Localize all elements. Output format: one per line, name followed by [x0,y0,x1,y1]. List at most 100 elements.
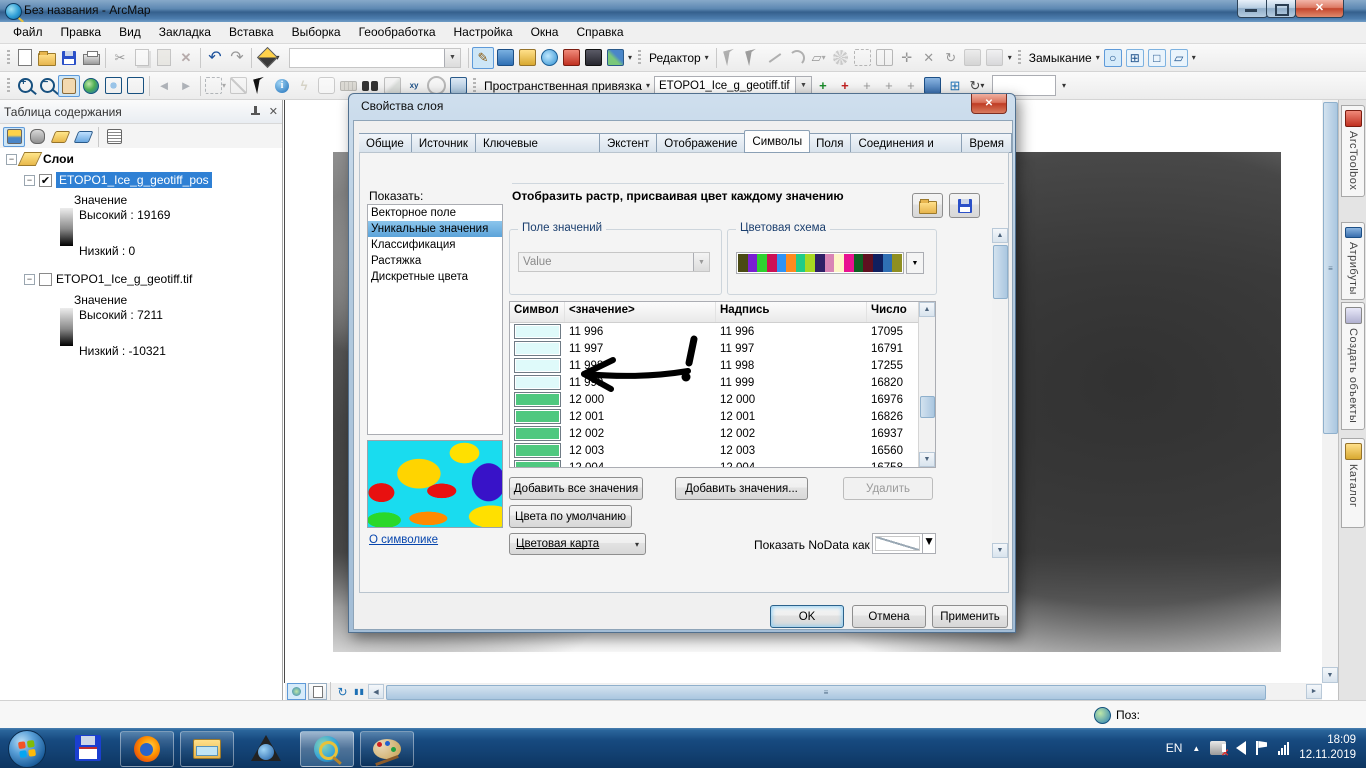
scroll-left-button[interactable]: ◀ [368,684,384,699]
dialog-close-button[interactable]: ✕ [971,94,1007,114]
layer-checkbox-unchecked[interactable] [39,273,52,286]
value-cell[interactable]: 12 000 [565,394,716,406]
dialog-tab[interactable]: Соединения и Связи [851,133,962,153]
count-cell[interactable]: 16826 [867,411,920,423]
value-row[interactable]: 12 003 12 003 16560 [510,442,935,459]
value-color-swatch[interactable] [514,443,561,458]
rotate-tool[interactable]: ↻ [940,47,962,69]
forward-extent-button[interactable]: ► [175,75,197,97]
edit-annotation-tool[interactable] [742,47,764,69]
search-window-button[interactable] [538,47,560,69]
snap-vertex-button[interactable]: □ [1148,49,1166,67]
label-cell[interactable]: 11 998 [716,360,867,372]
cancel-button[interactable]: Отмена [852,605,926,628]
value-color-swatch[interactable] [514,460,561,468]
sketch-polygon-tool[interactable]: ▱▾ [808,47,830,69]
value-cell[interactable]: 11 998 [565,360,716,372]
toc-options-button[interactable] [103,127,125,147]
value-field-combo[interactable]: Value ▼ [518,252,710,272]
map-h-scrollbar-thumb[interactable]: ≡ [386,685,1266,700]
menu-item[interactable]: Вставка [220,22,283,43]
add-data-button[interactable]: ▾ [255,47,285,69]
table-scrollbar-thumb[interactable] [920,396,935,418]
scroll-right-button[interactable]: ► [1306,684,1322,699]
sketch-line-tool[interactable] [764,47,786,69]
undo-button[interactable]: ↶ [204,47,226,69]
select-elements-tool[interactable] [249,75,271,97]
tray-clock[interactable]: 18:09 12.11.2019 [1299,733,1356,763]
split-tool[interactable] [874,47,896,69]
menu-item[interactable]: Вид [110,22,150,43]
modelbuilder-button[interactable] [604,47,626,69]
value-cell[interactable]: 12 004 [565,462,716,469]
value-color-swatch[interactable] [514,324,561,339]
value-color-swatch[interactable] [514,392,561,407]
ok-button[interactable]: OK [770,605,844,628]
dialog-tab[interactable]: Символы [744,130,810,153]
dialog-title[interactable]: Свойства слоя [361,99,443,113]
map-v-scrollbar[interactable]: ≡ ▼ [1322,100,1338,683]
identify-tool[interactable]: i [271,75,293,97]
fixed-zoom-in-button[interactable] [102,75,124,97]
value-row[interactable]: 12 002 12 002 16937 [510,425,935,442]
count-cell[interactable]: 17255 [867,360,920,372]
page-scrollbar[interactable]: ▲ ▼ [992,228,1008,558]
editor-menu[interactable]: Редактор ▾ [645,51,713,65]
arctoolbox-button[interactable] [560,47,582,69]
copy-button[interactable] [131,47,153,69]
renderer-option[interactable]: Классификация [368,237,502,253]
edit-select-tool[interactable] [720,47,742,69]
toolbar-grip[interactable] [7,78,10,94]
map-h-scrollbar[interactable]: ≡ [384,684,1306,699]
toolbar-overflow-icon[interactable]: ▾ [1192,53,1196,62]
pause-drawing-button[interactable]: ▮▮ [351,684,368,699]
import-symbology-button[interactable] [912,193,943,218]
menu-item[interactable]: Геообработка [350,22,445,43]
dialog-tab[interactable]: Время [962,133,1012,153]
page-scroll-up[interactable]: ▲ [992,228,1008,243]
value-color-swatch[interactable] [514,426,561,441]
reshape-tool[interactable] [852,47,874,69]
map-v-scrollbar-thumb[interactable]: ≡ [1323,102,1338,434]
default-colors-button[interactable]: Цвета по умолчанию [509,505,632,528]
collapse-icon[interactable]: − [6,154,17,165]
full-extent-button[interactable] [80,75,102,97]
dialog-tab[interactable]: Источник [412,133,476,153]
layer-checkbox-checked[interactable]: ✔ [39,174,52,187]
menu-item[interactable]: Закладка [150,22,220,43]
snapping-menu[interactable]: Замыкание ▾ [1025,51,1104,65]
scroll-down-button[interactable]: ▼ [1322,667,1338,683]
edit-attributes-button[interactable] [962,47,984,69]
restore-button[interactable] [1266,0,1296,18]
label-cell[interactable]: 12 002 [716,428,867,440]
toolbar-overflow-icon[interactable]: ▾ [1062,81,1066,90]
color-scheme-band[interactable] [736,252,904,274]
page-scrollbar-thumb[interactable] [993,245,1008,299]
tab-attributes[interactable]: Атрибуты [1341,222,1365,300]
value-cell[interactable]: 12 001 [565,411,716,423]
zoom-in-tool[interactable]: + [14,75,36,97]
count-cell[interactable]: 16937 [867,428,920,440]
menu-item[interactable]: Файл [4,22,52,43]
about-symbology-link[interactable]: О символике [369,534,438,546]
menu-item[interactable]: Правка [52,22,111,43]
list-by-visibility-button[interactable] [49,127,71,147]
layer-name[interactable]: ETOPO1_Ice_g_geotiff.tif [56,272,192,286]
value-cell[interactable]: 12 002 [565,428,716,440]
new-document-button[interactable] [14,47,36,69]
taskbar-explorer-button[interactable] [180,731,234,767]
pin-icon[interactable] [249,106,261,118]
window-titlebar[interactable]: Без названия - ArcMap ✕ [0,0,1366,22]
refresh-view-button[interactable]: ↻ [334,684,351,699]
close-button[interactable]: ✕ [1295,0,1344,18]
tab-create-features[interactable]: Создать объекты [1341,302,1365,430]
table-scrollbar[interactable]: ▲ ▼ [918,302,935,467]
taskbar-firefox-button[interactable] [120,731,174,767]
action-center-flag-icon[interactable] [1256,741,1268,755]
add-values-button[interactable]: Добавить значения... [675,477,808,500]
dialog-tab[interactable]: Поля [809,133,851,153]
label-cell[interactable]: 11 999 [716,377,867,389]
clear-selection-button[interactable] [227,75,249,97]
toc-close-icon[interactable]: ✕ [269,105,278,118]
sketch-properties-button[interactable] [984,47,1006,69]
